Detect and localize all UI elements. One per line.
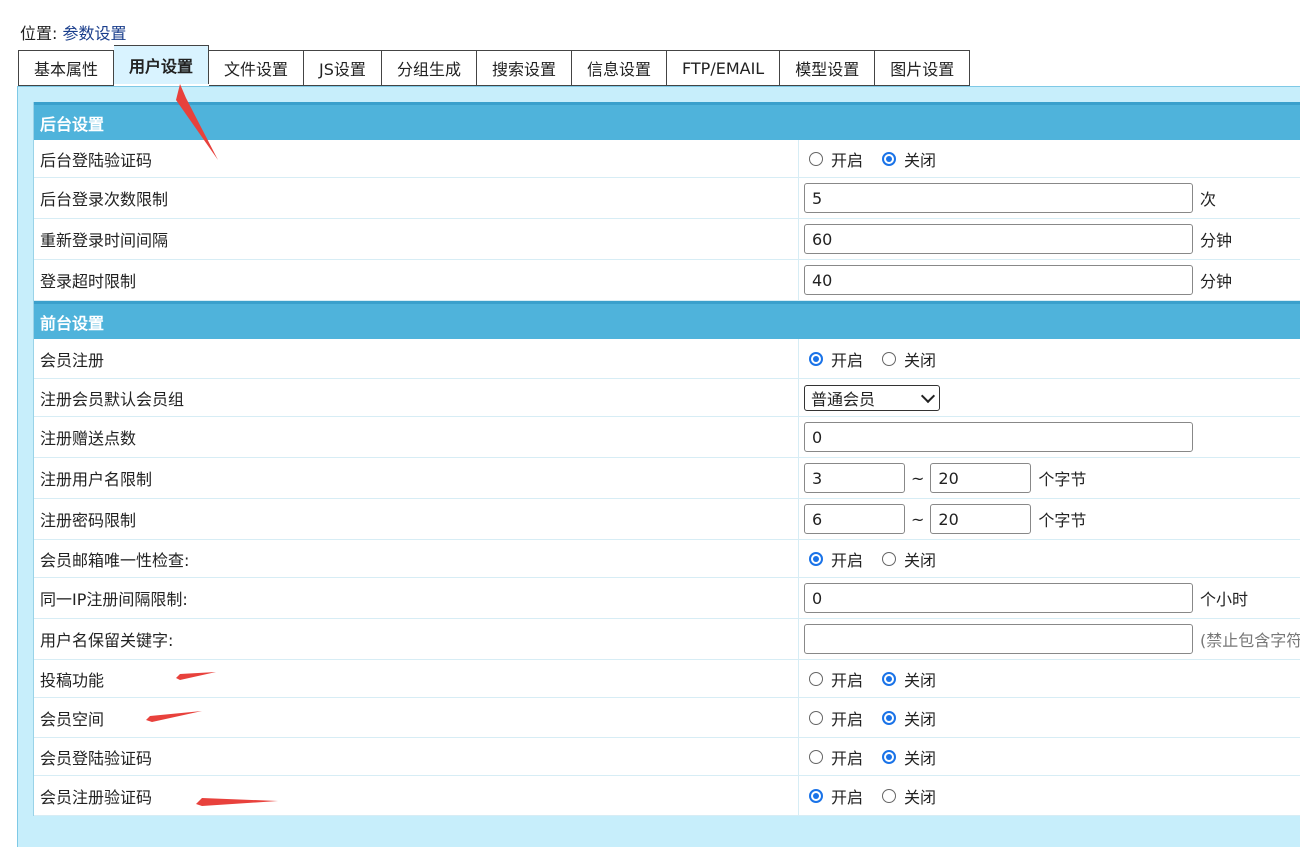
radio-off[interactable]: 关闭 xyxy=(882,667,950,691)
radio-button-icon[interactable] xyxy=(809,710,823,725)
login-limit-input[interactable] xyxy=(804,183,1193,213)
row-username-limit: 注册用户名限制 ~ 个字节 xyxy=(34,458,1300,499)
settings-table: 后台设置 后台登陆验证码 开启 关闭 后台登录次数限制 次 重新登录时间间隔 分… xyxy=(33,102,1300,816)
tab-user[interactable]: 用户设置 xyxy=(114,45,210,84)
row-label: 会员邮箱唯一性检查: xyxy=(40,550,190,570)
radio-off[interactable]: 关闭 xyxy=(882,547,950,571)
row-email-unique: 会员邮箱唯一性检查: 开启 关闭 xyxy=(34,540,1300,578)
select-value: 普通会员 xyxy=(811,389,876,409)
breadcrumb: 位置: 参数设置 xyxy=(20,20,127,44)
row-label: 会员注册 xyxy=(40,350,105,370)
backend-section-header: 后台设置 xyxy=(34,102,1300,140)
row-label: 注册用户名限制 xyxy=(40,470,153,489)
row-contribute: 投稿功能 开启 关闭 xyxy=(34,660,1300,698)
unit-label: 分钟 xyxy=(1200,231,1233,250)
password-max-input[interactable] xyxy=(930,504,1032,534)
row-backend-login-limit: 后台登录次数限制 次 xyxy=(34,178,1300,219)
radio-button-checked-icon[interactable] xyxy=(809,788,823,803)
row-label: 会员登陆验证码 xyxy=(40,748,153,768)
tab-image[interactable]: 图片设置 xyxy=(875,50,971,86)
bonus-points-input[interactable] xyxy=(804,422,1193,452)
breadcrumb-current[interactable]: 参数设置 xyxy=(63,24,127,43)
row-reserved-keywords: 用户名保留关键字: (禁止包含字符 xyxy=(34,619,1300,660)
radio-on[interactable]: 开启 xyxy=(809,547,877,571)
ip-interval-input[interactable] xyxy=(804,583,1193,613)
radio-on[interactable]: 开启 xyxy=(809,147,877,171)
row-default-group: 注册会员默认会员组 普通会员 xyxy=(34,379,1300,417)
tab-model[interactable]: 模型设置 xyxy=(780,50,876,86)
row-label: 会员空间 xyxy=(40,709,105,729)
row-member-login-captcha: 会员登陆验证码 开启 关闭 xyxy=(34,738,1300,776)
unit-label: 个字节 xyxy=(1038,470,1087,489)
row-label: 注册会员默认会员组 xyxy=(40,389,185,409)
radio-off[interactable]: 关闭 xyxy=(882,147,950,171)
username-min-input[interactable] xyxy=(804,463,905,493)
row-ip-interval: 同一IP注册间隔限制: 个小时 xyxy=(34,578,1300,619)
range-separator: ~ xyxy=(911,509,925,529)
radio-button-icon[interactable] xyxy=(809,671,823,686)
row-backend-relogin-interval: 重新登录时间间隔 分钟 xyxy=(34,219,1300,260)
radio-button-icon[interactable] xyxy=(882,351,897,366)
radio-button-checked-icon[interactable] xyxy=(809,351,823,366)
username-max-input[interactable] xyxy=(930,463,1032,493)
default-group-select[interactable]: 普通会员 xyxy=(804,384,940,411)
row-label: 注册赠送点数 xyxy=(40,429,137,448)
row-member-register-captcha: 会员注册验证码 开启 关闭 xyxy=(34,776,1300,816)
tab-js[interactable]: JS设置 xyxy=(304,50,382,86)
row-label: 同一IP注册间隔限制: xyxy=(40,590,188,609)
tab-basic[interactable]: 基本属性 xyxy=(18,50,115,86)
radio-on[interactable]: 开启 xyxy=(809,784,877,808)
login-timeout-input[interactable] xyxy=(804,265,1193,295)
radio-off[interactable]: 关闭 xyxy=(882,784,950,808)
row-label: 会员注册验证码 xyxy=(40,787,153,807)
radio-off[interactable]: 关闭 xyxy=(882,745,950,769)
breadcrumb-prefix: 位置: xyxy=(20,24,58,43)
chevron-down-icon xyxy=(920,388,936,403)
radio-button-checked-icon[interactable] xyxy=(882,151,897,166)
settings-tabs: 基本属性 用户设置 文件设置 JS设置 分组生成 搜索设置 信息设置 FTP/E… xyxy=(18,45,971,87)
radio-button-checked-icon[interactable] xyxy=(882,710,897,725)
radio-button-icon[interactable] xyxy=(882,551,897,566)
radio-button-icon[interactable] xyxy=(809,749,823,764)
tab-file[interactable]: 文件设置 xyxy=(209,50,305,86)
row-member-register: 会员注册 开启 关闭 xyxy=(34,339,1300,379)
tab-group-generate[interactable]: 分组生成 xyxy=(381,50,477,86)
tab-info[interactable]: 信息设置 xyxy=(571,50,667,86)
row-backend-login-captcha: 后台登陆验证码 开启 关闭 xyxy=(34,140,1300,178)
row-member-space: 会员空间 开启 关闭 xyxy=(34,698,1300,738)
radio-on[interactable]: 开启 xyxy=(809,347,877,371)
row-label: 重新登录时间间隔 xyxy=(40,231,169,250)
row-label: 后台登陆验证码 xyxy=(40,150,153,170)
radio-button-icon[interactable] xyxy=(882,788,897,803)
tab-search[interactable]: 搜索设置 xyxy=(476,50,572,86)
radio-off[interactable]: 关闭 xyxy=(882,347,950,371)
row-label: 注册密码限制 xyxy=(40,511,137,530)
unit-label: 次 xyxy=(1200,190,1217,209)
relogin-interval-input[interactable] xyxy=(804,224,1193,254)
unit-label: 分钟 xyxy=(1200,272,1233,291)
unit-label: 个字节 xyxy=(1038,511,1087,530)
radio-button-icon[interactable] xyxy=(809,151,823,166)
tab-ftp-email[interactable]: FTP/EMAIL xyxy=(666,50,781,86)
radio-button-checked-icon[interactable] xyxy=(809,551,823,566)
radio-off[interactable]: 关闭 xyxy=(882,706,950,730)
radio-on[interactable]: 开启 xyxy=(809,745,877,769)
radio-on[interactable]: 开启 xyxy=(809,667,877,691)
frontend-section-header: 前台设置 xyxy=(34,301,1300,339)
radio-on[interactable]: 开启 xyxy=(809,706,877,730)
range-separator: ~ xyxy=(911,468,925,488)
row-label: 登录超时限制 xyxy=(40,272,137,291)
radio-button-checked-icon[interactable] xyxy=(882,749,897,764)
hint-label: (禁止包含字符 xyxy=(1200,631,1300,650)
row-label: 用户名保留关键字: xyxy=(40,631,174,650)
radio-button-checked-icon[interactable] xyxy=(882,671,897,686)
reserved-keywords-input[interactable] xyxy=(804,624,1193,654)
password-min-input[interactable] xyxy=(804,504,905,534)
row-bonus-points: 注册赠送点数 xyxy=(34,417,1300,458)
row-password-limit: 注册密码限制 ~ 个字节 xyxy=(34,499,1300,540)
row-label: 后台登录次数限制 xyxy=(40,190,169,209)
unit-label: 个小时 xyxy=(1200,590,1249,609)
row-backend-login-timeout: 登录超时限制 分钟 xyxy=(34,260,1300,301)
row-label: 投稿功能 xyxy=(40,670,105,690)
